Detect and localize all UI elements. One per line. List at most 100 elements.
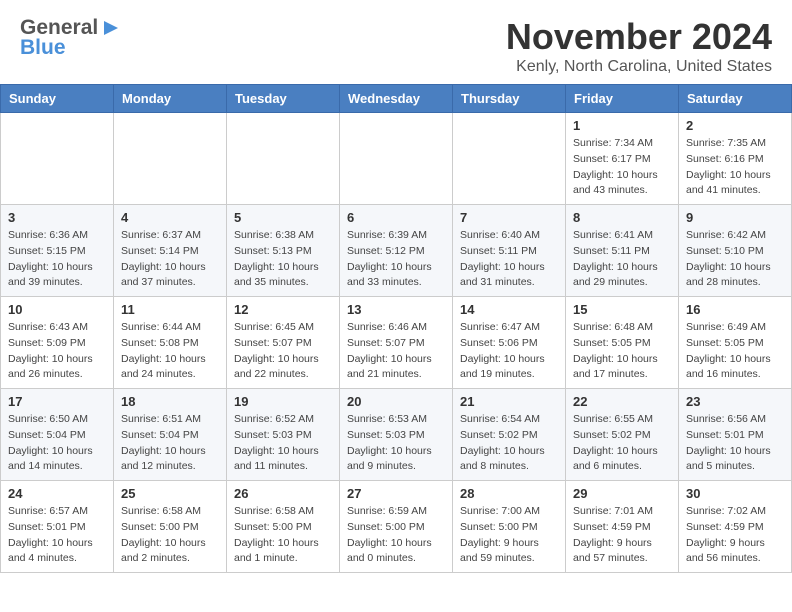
- calendar-cell: 7 Sunrise: 6:40 AM Sunset: 5:11 PM Daylig…: [453, 205, 566, 297]
- weekday-header: Thursday: [453, 85, 566, 113]
- day-info: Sunrise: 6:54 AM Sunset: 5:02 PM Dayligh…: [460, 412, 558, 475]
- calendar-cell: 4 Sunrise: 6:37 AM Sunset: 5:14 PM Daylig…: [114, 205, 227, 297]
- weekday-header: Saturday: [679, 85, 792, 113]
- calendar-week-row: 3Sunrise: 6:36 AM Sunset: 5:15 PM Daylig…: [1, 205, 792, 297]
- calendar-cell: 21Sunrise: 6:54 AM Sunset: 5:02 PM Dayli…: [453, 389, 566, 481]
- calendar-cell: 12 Sunrise: 6:45 AM Sunset: 5:07 PM Dayli…: [227, 297, 340, 389]
- day-number: 25: [121, 486, 219, 501]
- calendar-cell: 23Sunrise: 6:56 AM Sunset: 5:01 PM Dayli…: [679, 389, 792, 481]
- day-number: 22: [573, 394, 671, 409]
- day-number: 17: [8, 394, 106, 409]
- calendar-cell: 5Sunrise: 6:38 AM Sunset: 5:13 PM Daylig…: [227, 205, 340, 297]
- calendar-cell: 11Sunrise: 6:44 AM Sunset: 5:08 PM Dayli…: [114, 297, 227, 389]
- day-info: Sunrise: 6:58 AM Sunset: 5:00 PM Dayligh…: [234, 504, 332, 567]
- day-number: 20: [347, 394, 445, 409]
- calendar-cell: [1, 113, 114, 205]
- calendar-cell: [114, 113, 227, 205]
- calendar-week-row: 24 Sunrise: 6:57 AM Sunset: 5:01 PM Dayli…: [1, 481, 792, 573]
- calendar-cell: 25Sunrise: 6:58 AM Sunset: 5:00 PM Dayli…: [114, 481, 227, 573]
- calendar-cell: [453, 113, 566, 205]
- calendar-week-row: 17 Sunrise: 6:50 AM Sunset: 5:04 PM Dayli…: [1, 389, 792, 481]
- day-info: Sunrise: 6:36 AM Sunset: 5:15 PM Dayligh…: [8, 228, 106, 291]
- day-number: 29: [573, 486, 671, 501]
- calendar-cell: 17 Sunrise: 6:50 AM Sunset: 5:04 PM Dayli…: [1, 389, 114, 481]
- weekday-header: Monday: [114, 85, 227, 113]
- day-info: Sunrise: 7:01 AM Sunset: 4:59 PM Dayligh…: [573, 504, 671, 567]
- logo-blue: Blue: [20, 36, 66, 60]
- month-title: November 2024: [506, 16, 772, 58]
- day-info: Sunrise: 6:46 AM Sunset: 5:07 PM Dayligh…: [347, 320, 445, 383]
- day-number: 10: [8, 302, 106, 317]
- day-info: Sunrise: 7:00 AM Sunset: 5:00 PM Dayligh…: [460, 504, 558, 567]
- day-info: Sunrise: 6:53 AM Sunset: 5:03 PM Dayligh…: [347, 412, 445, 475]
- day-info: Sunrise: 7:02 AM Sunset: 4:59 PM Dayligh…: [686, 504, 784, 567]
- calendar-cell: 30 Sunrise: 7:02 AM Sunset: 4:59 PM Dayli…: [679, 481, 792, 573]
- weekday-header: Wednesday: [340, 85, 453, 113]
- calendar-cell: 18 Sunrise: 6:51 AM Sunset: 5:04 PM Dayli…: [114, 389, 227, 481]
- day-info: Sunrise: 6:49 AM Sunset: 5:05 PM Dayligh…: [686, 320, 784, 383]
- calendar-cell: 6 Sunrise: 6:39 AM Sunset: 5:12 PM Daylig…: [340, 205, 453, 297]
- day-number: 27: [347, 486, 445, 501]
- calendar-cell: 24 Sunrise: 6:57 AM Sunset: 5:01 PM Dayli…: [1, 481, 114, 573]
- day-number: 7: [460, 210, 558, 225]
- calendar-cell: 14Sunrise: 6:47 AM Sunset: 5:06 PM Dayli…: [453, 297, 566, 389]
- day-info: Sunrise: 6:41 AM Sunset: 5:11 PM Dayligh…: [573, 228, 671, 291]
- day-info: Sunrise: 6:48 AM Sunset: 5:05 PM Dayligh…: [573, 320, 671, 383]
- day-number: 12: [234, 302, 332, 317]
- day-info: Sunrise: 6:56 AM Sunset: 5:01 PM Dayligh…: [686, 412, 784, 475]
- weekday-header: Tuesday: [227, 85, 340, 113]
- day-info: Sunrise: 6:55 AM Sunset: 5:02 PM Dayligh…: [573, 412, 671, 475]
- location-subtitle: Kenly, North Carolina, United States: [506, 58, 772, 76]
- calendar-week-row: 10 Sunrise: 6:43 AM Sunset: 5:09 PM Dayli…: [1, 297, 792, 389]
- day-number: 19: [234, 394, 332, 409]
- calendar-cell: 19 Sunrise: 6:52 AM Sunset: 5:03 PM Dayli…: [227, 389, 340, 481]
- day-info: Sunrise: 6:37 AM Sunset: 5:14 PM Dayligh…: [121, 228, 219, 291]
- page-header: General Blue November 2024 Kenly, North …: [0, 0, 792, 84]
- day-info: Sunrise: 6:45 AM Sunset: 5:07 PM Dayligh…: [234, 320, 332, 383]
- day-info: Sunrise: 7:35 AM Sunset: 6:16 PM Dayligh…: [686, 136, 784, 199]
- day-number: 28: [460, 486, 558, 501]
- day-info: Sunrise: 6:42 AM Sunset: 5:10 PM Dayligh…: [686, 228, 784, 291]
- day-number: 30: [686, 486, 784, 501]
- calendar-table: SundayMondayTuesdayWednesdayThursdayFrid…: [0, 84, 792, 573]
- day-number: 13: [347, 302, 445, 317]
- day-info: Sunrise: 6:59 AM Sunset: 5:00 PM Dayligh…: [347, 504, 445, 567]
- calendar-cell: 29 Sunrise: 7:01 AM Sunset: 4:59 PM Dayli…: [566, 481, 679, 573]
- day-info: Sunrise: 6:51 AM Sunset: 5:04 PM Dayligh…: [121, 412, 219, 475]
- day-number: 11: [121, 302, 219, 317]
- calendar-cell: 26 Sunrise: 6:58 AM Sunset: 5:00 PM Dayli…: [227, 481, 340, 573]
- calendar-cell: 20 Sunrise: 6:53 AM Sunset: 5:03 PM Dayli…: [340, 389, 453, 481]
- day-number: 24: [8, 486, 106, 501]
- day-number: 26: [234, 486, 332, 501]
- calendar-header-row: SundayMondayTuesdayWednesdayThursdayFrid…: [1, 85, 792, 113]
- day-info: Sunrise: 6:39 AM Sunset: 5:12 PM Dayligh…: [347, 228, 445, 291]
- calendar-cell: 27 Sunrise: 6:59 AM Sunset: 5:00 PM Dayli…: [340, 481, 453, 573]
- calendar-cell: 28 Sunrise: 7:00 AM Sunset: 5:00 PM Dayli…: [453, 481, 566, 573]
- calendar-cell: [340, 113, 453, 205]
- weekday-header: Friday: [566, 85, 679, 113]
- day-number: 5: [234, 210, 332, 225]
- day-info: Sunrise: 6:57 AM Sunset: 5:01 PM Dayligh…: [8, 504, 106, 567]
- weekday-header: Sunday: [1, 85, 114, 113]
- calendar-cell: 13 Sunrise: 6:46 AM Sunset: 5:07 PM Dayli…: [340, 297, 453, 389]
- day-number: 1: [573, 118, 671, 133]
- day-number: 9: [686, 210, 784, 225]
- day-info: Sunrise: 6:52 AM Sunset: 5:03 PM Dayligh…: [234, 412, 332, 475]
- day-number: 2: [686, 118, 784, 133]
- day-number: 18: [121, 394, 219, 409]
- logo: General Blue: [20, 16, 122, 60]
- day-info: Sunrise: 6:40 AM Sunset: 5:11 PM Dayligh…: [460, 228, 558, 291]
- day-number: 6: [347, 210, 445, 225]
- day-number: 16: [686, 302, 784, 317]
- calendar-cell: 8Sunrise: 6:41 AM Sunset: 5:11 PM Daylig…: [566, 205, 679, 297]
- calendar-cell: 16 Sunrise: 6:49 AM Sunset: 5:05 PM Dayli…: [679, 297, 792, 389]
- calendar-cell: 10 Sunrise: 6:43 AM Sunset: 5:09 PM Dayli…: [1, 297, 114, 389]
- day-info: Sunrise: 6:50 AM Sunset: 5:04 PM Dayligh…: [8, 412, 106, 475]
- calendar-cell: 22 Sunrise: 6:55 AM Sunset: 5:02 PM Dayli…: [566, 389, 679, 481]
- day-info: Sunrise: 7:34 AM Sunset: 6:17 PM Dayligh…: [573, 136, 671, 199]
- calendar-cell: 15Sunrise: 6:48 AM Sunset: 5:05 PM Dayli…: [566, 297, 679, 389]
- calendar-cell: 3Sunrise: 6:36 AM Sunset: 5:15 PM Daylig…: [1, 205, 114, 297]
- day-info: Sunrise: 6:43 AM Sunset: 5:09 PM Dayligh…: [8, 320, 106, 383]
- day-number: 14: [460, 302, 558, 317]
- day-number: 4: [121, 210, 219, 225]
